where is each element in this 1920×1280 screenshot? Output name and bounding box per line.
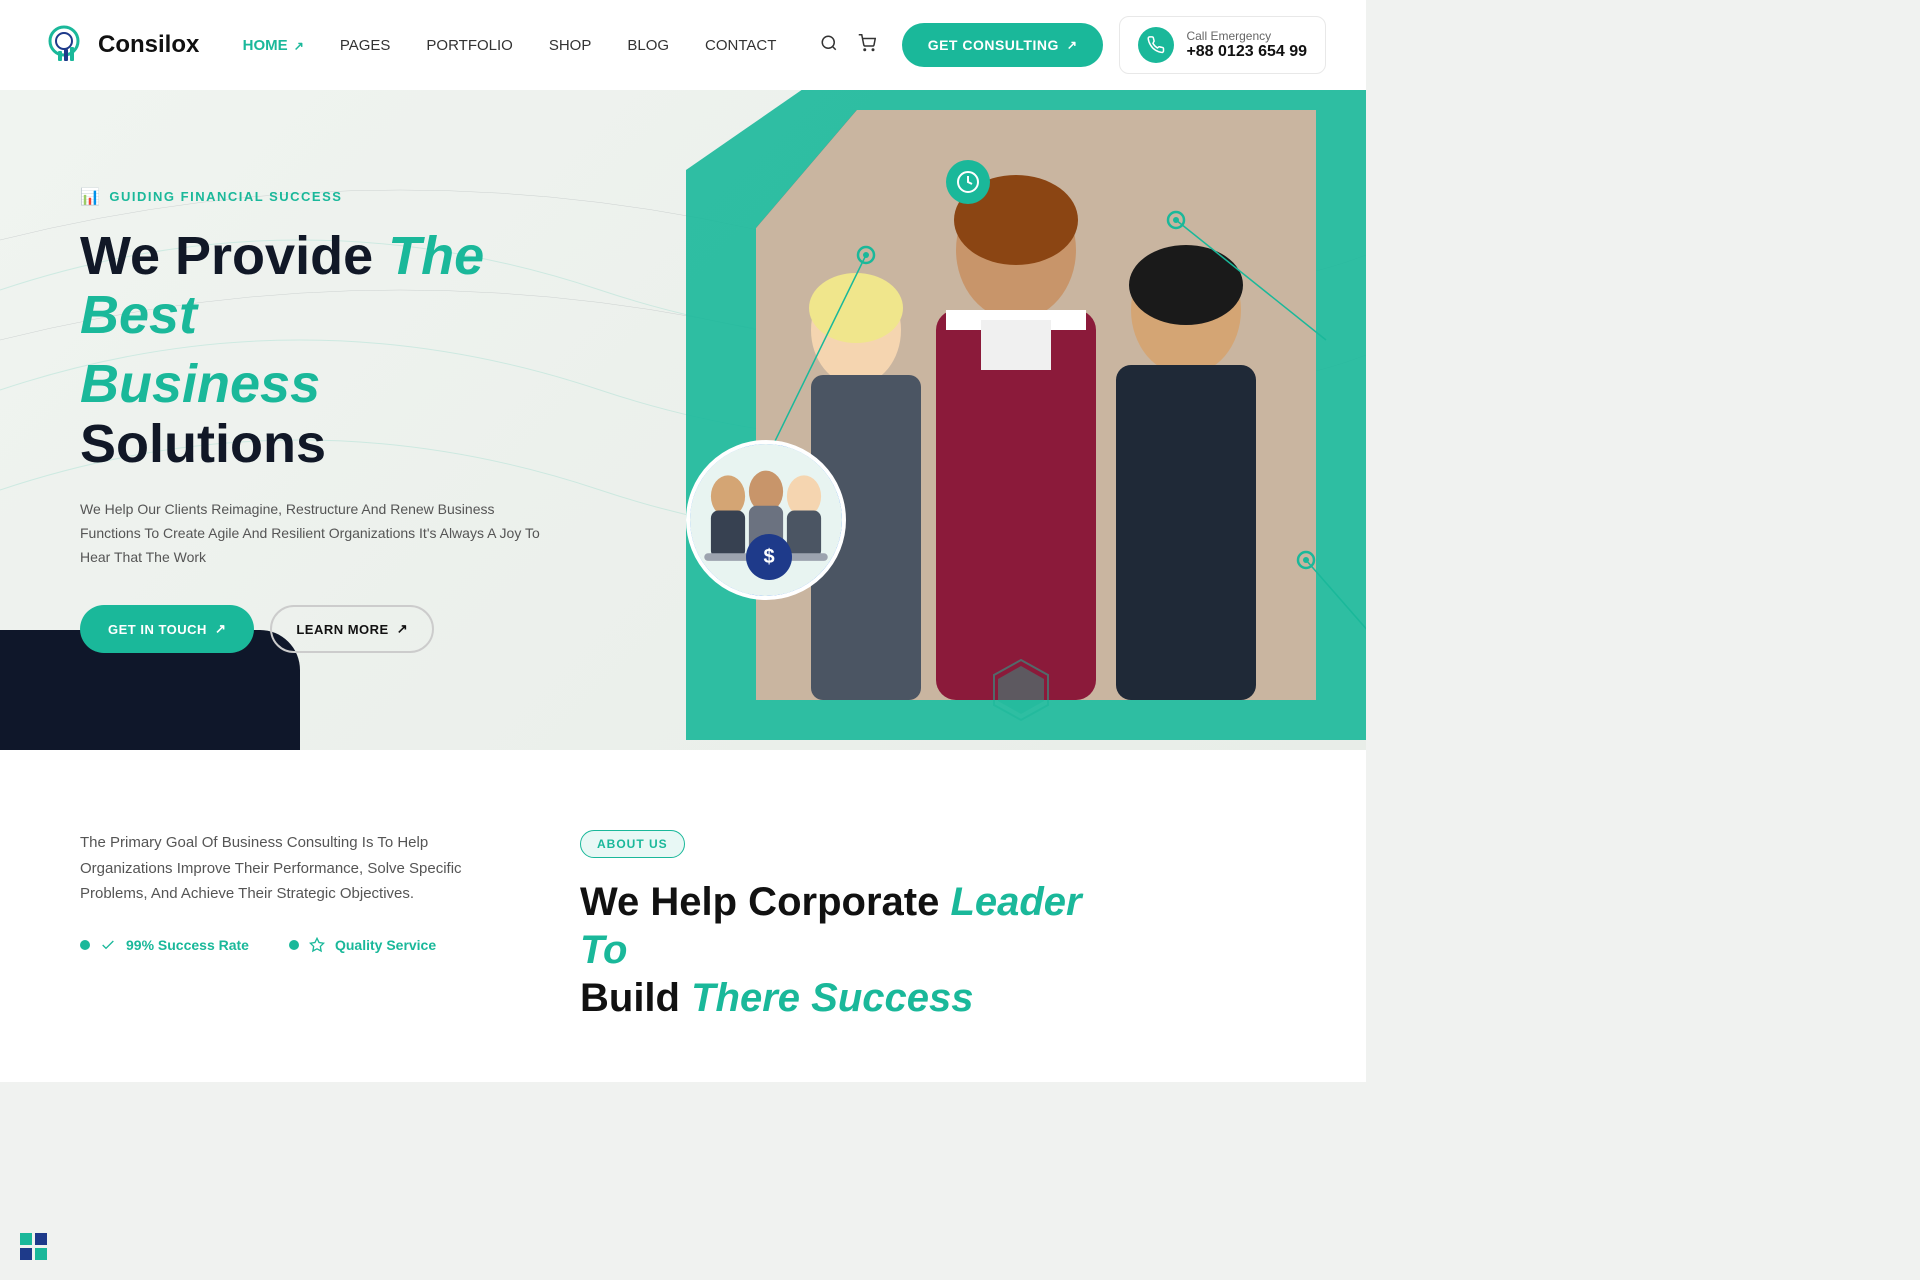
- about-title: We Help Corporate Leader To Build There …: [580, 878, 1100, 1022]
- hexagon-filled-icon: [994, 663, 1048, 717]
- stat-success-rate: 99% Success Rate: [80, 937, 249, 953]
- logo-icon: [40, 21, 88, 69]
- stat2-label: Quality Service: [335, 937, 436, 953]
- star-icon: [309, 937, 325, 953]
- nav-contact[interactable]: CONTACT: [705, 37, 776, 54]
- touch-arrow-icon: ↗: [215, 621, 226, 637]
- emergency-label: Call Emergency: [1186, 29, 1307, 43]
- search-button[interactable]: [820, 34, 838, 57]
- hero-title-line1: We Provide The Best: [80, 227, 540, 346]
- emergency-box: Call Emergency +88 0123 654 99: [1119, 16, 1326, 74]
- get-in-touch-label: GET IN TOUCH: [108, 622, 207, 637]
- phone-icon: [1138, 27, 1174, 63]
- stat-quality: Quality Service: [289, 937, 436, 953]
- hero-title-teal: Business: [80, 354, 320, 414]
- chart-icon: 📊: [80, 187, 101, 207]
- header-icons: [820, 34, 876, 57]
- about-stats: 99% Success Rate Quality Service: [80, 937, 500, 953]
- cart-button[interactable]: [858, 34, 876, 57]
- about-right: ABOUT US We Help Corporate Leader To Bui…: [580, 830, 1100, 1022]
- emergency-text: Call Emergency +88 0123 654 99: [1186, 29, 1307, 61]
- hero-buttons: GET IN TOUCH ↗ LEARN MORE ↗: [80, 605, 540, 653]
- logo-text: Consilox: [98, 31, 199, 59]
- dollar-badge: $: [746, 534, 792, 580]
- nav-pages[interactable]: PAGES: [340, 37, 391, 54]
- about-title-italic2: There Success: [691, 976, 973, 1020]
- get-consulting-button[interactable]: GET CONSULTING ↗: [902, 23, 1104, 67]
- about-title-part1: We Help Corporate: [580, 880, 950, 924]
- about-left: The Primary Goal Of Business Consulting …: [80, 830, 500, 953]
- square-dark-2: [20, 1248, 32, 1260]
- cart-icon: [858, 34, 876, 52]
- hero-title-dark: Solutions: [80, 414, 326, 474]
- get-consulting-label: GET CONSULTING: [928, 37, 1059, 53]
- hero-title-part1: We Provide: [80, 226, 388, 286]
- clock-icon: [956, 170, 980, 194]
- search-icon: [820, 34, 838, 52]
- emergency-number: +88 0123 654 99: [1186, 43, 1307, 61]
- nav-home[interactable]: HOME ↗: [243, 37, 304, 54]
- dollar-sign: $: [763, 546, 774, 569]
- nav-shop[interactable]: SHOP: [549, 37, 592, 54]
- hero-image-area: $: [626, 90, 1366, 750]
- bottom-squares-decoration: [20, 1233, 47, 1260]
- hero-description: We Help Our Clients Reimagine, Restructu…: [80, 498, 540, 569]
- main-nav: HOME ↗ PAGES PORTFOLIO SHOP BLOG CONTACT: [243, 37, 777, 54]
- about-title-part2: Build: [580, 976, 691, 1020]
- about-badge-text: ABOUT US: [597, 837, 668, 851]
- learn-more-button[interactable]: LEARN MORE ↗: [270, 605, 434, 653]
- hero-section: 📊 GUIDING FINANCIAL SUCCESS We Provide T…: [0, 90, 1366, 750]
- about-description: The Primary Goal Of Business Consulting …: [80, 830, 500, 907]
- phone-svg-icon: [1147, 36, 1165, 54]
- get-in-touch-button[interactable]: GET IN TOUCH ↗: [80, 605, 254, 653]
- stat-dot-1: [80, 940, 90, 950]
- hero-subtitle-text: GUIDING FINANCIAL SUCCESS: [109, 189, 342, 204]
- square-teal-1: [20, 1233, 32, 1245]
- nav-portfolio[interactable]: PORTFOLIO: [426, 37, 512, 54]
- people-illustration: [756, 110, 1316, 700]
- square-teal-2: [35, 1248, 47, 1260]
- checkmark-icon: [100, 937, 116, 953]
- learn-arrow-icon: ↗: [397, 621, 408, 637]
- consulting-arrow-icon: ↗: [1067, 38, 1078, 52]
- hexagon-decoration: [986, 655, 1056, 730]
- square-dark-1: [35, 1233, 47, 1245]
- hero-content: 📊 GUIDING FINANCIAL SUCCESS We Provide T…: [0, 127, 620, 714]
- logo[interactable]: Consilox: [40, 21, 199, 69]
- header: Consilox HOME ↗ PAGES PORTFOLIO SHOP BLO…: [0, 0, 1366, 90]
- nav-blog[interactable]: BLOG: [627, 37, 669, 54]
- hero-title-line2: Business Solutions: [80, 355, 540, 474]
- header-right: GET CONSULTING ↗ Call Emergency +88 0123…: [820, 16, 1326, 74]
- stat1-label: 99% Success Rate: [126, 937, 249, 953]
- learn-more-label: LEARN MORE: [296, 622, 388, 637]
- hero-subtitle: 📊 GUIDING FINANCIAL SUCCESS: [80, 187, 540, 207]
- clock-decoration: [946, 160, 990, 204]
- about-section: The Primary Goal Of Business Consulting …: [0, 750, 1366, 1082]
- about-badge: ABOUT US: [580, 830, 685, 858]
- stat-dot-2: [289, 940, 299, 950]
